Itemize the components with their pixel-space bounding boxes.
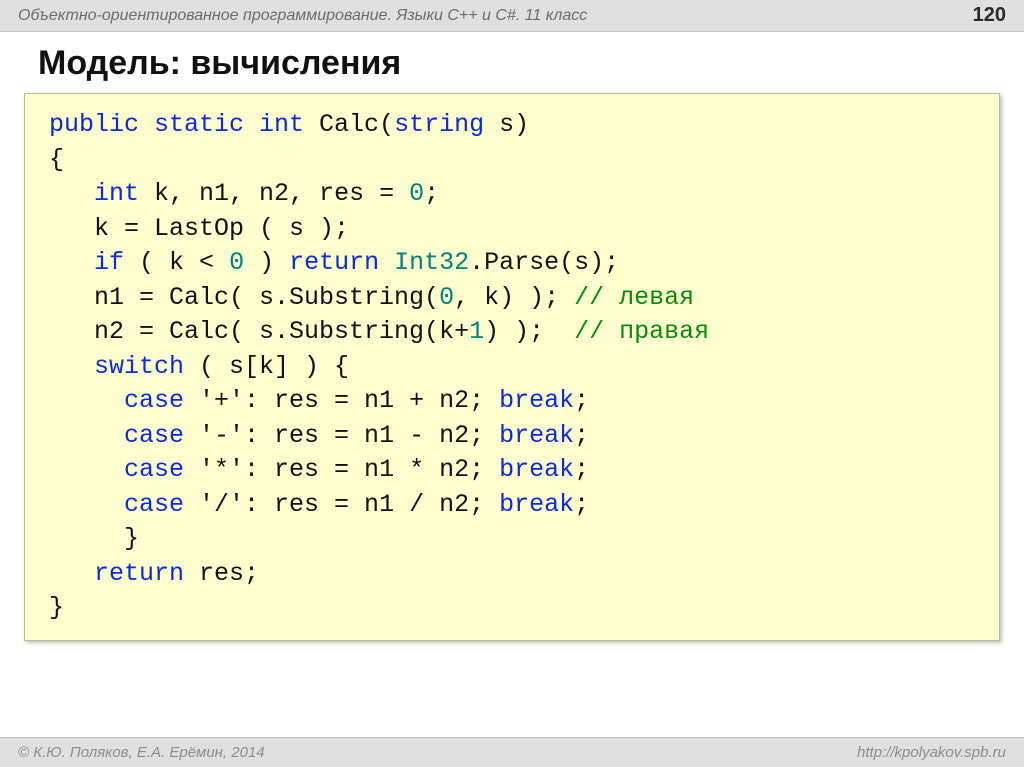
code-token: ; [574,386,589,415]
slide-title: Модель: вычисления [0,32,1024,93]
footer-copyright: © К.Ю. Поляков, Е.А. Ерёмин, 2014 [18,744,265,761]
code-token: ; [574,490,589,519]
code-token: break [499,421,574,450]
code-token: n2 = Calc( s.Substring(k+ [49,317,469,346]
code-comment: // правая [574,317,709,346]
code-token: '*': res = n1 * n2; [184,455,499,484]
code-token: 0 [439,283,454,312]
code-token: public static int [49,110,304,139]
code-token: return [94,559,184,588]
slide: Объектно-ориентированное программировани… [0,0,1024,767]
code-token: ; [424,179,439,208]
code-token: ( s[k] ) { [184,352,349,381]
footer-bar: © К.Ю. Поляков, Е.А. Ерёмин, 2014 http:/… [0,737,1024,767]
code-token: 0 [409,179,424,208]
code-token: string [394,110,484,139]
code-token: case [124,490,184,519]
code-box: public static int Calc(string s) { int k… [24,93,1000,641]
code-listing: public static int Calc(string s) { int k… [49,108,981,626]
code-token: break [499,490,574,519]
header-bar: Объектно-ориентированное программировани… [0,0,1024,32]
code-token: Calc( [304,110,394,139]
code-token: 1 [469,317,484,346]
code-token: switch [94,352,184,381]
code-token: if [94,248,124,277]
code-token: break [499,455,574,484]
code-token: '-': res = n1 - n2; [184,421,499,450]
code-token: res; [184,559,259,588]
code-token: s) [484,110,529,139]
code-token: ; [574,421,589,450]
code-token: } [49,593,64,622]
code-token: '+': res = n1 + n2; [184,386,499,415]
code-token: } [49,524,139,553]
code-token: , k) ); [454,283,574,312]
code-token: Int32 [394,248,469,277]
code-token: case [124,455,184,484]
code-token [379,248,394,277]
code-token: case [124,421,184,450]
code-token: { [49,145,64,174]
code-token: ( k < [124,248,229,277]
code-token: break [499,386,574,415]
code-token: int [94,179,139,208]
footer-url: http://kpolyakov.spb.ru [857,744,1006,761]
header-subject: Объектно-ориентированное программировани… [18,7,587,25]
code-token: n1 = Calc( s.Substring( [49,283,439,312]
code-token: case [124,386,184,415]
code-token: ; [574,455,589,484]
code-token: ) ); [484,317,574,346]
code-token: ) [244,248,289,277]
code-token: '/': res = n1 / n2; [184,490,499,519]
page-number: 120 [973,4,1006,27]
code-comment: // левая [574,283,694,312]
code-token: .Parse(s); [469,248,619,277]
code-token: return [289,248,379,277]
code-token: 0 [229,248,244,277]
code-token: k = LastOp ( s ); [49,214,349,243]
code-token: k, n1, n2, res = [139,179,409,208]
